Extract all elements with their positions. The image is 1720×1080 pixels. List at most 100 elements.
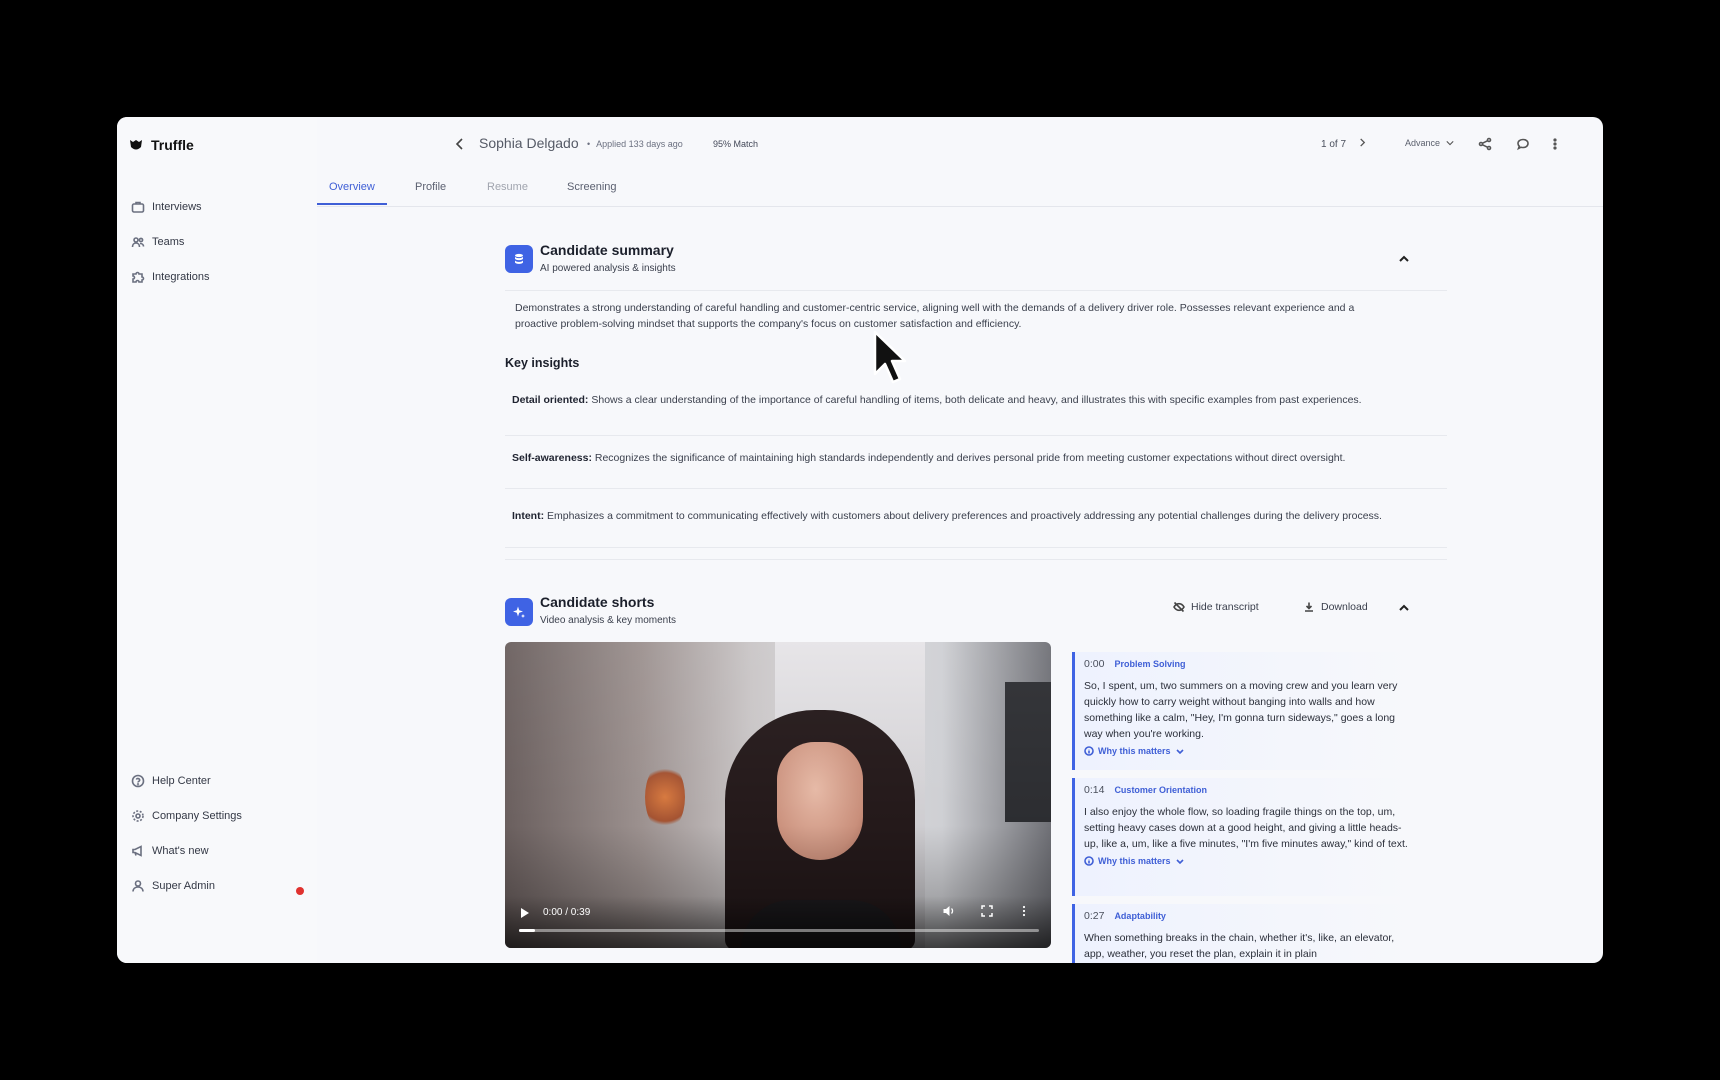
transcript-text: When something breaks in the chain, whet…: [1084, 932, 1395, 960]
download-label: Download: [1321, 601, 1368, 613]
candidate-tabs: Overview Profile Resume Screening: [317, 171, 1603, 207]
play-button[interactable]: [519, 906, 531, 918]
sidebar-item-label: Company Settings: [152, 810, 242, 822]
tab-resume[interactable]: Resume: [487, 181, 528, 203]
transcript-tag: Adaptability: [1114, 911, 1166, 921]
video-controls: 0:00 / 0:39: [505, 896, 1051, 948]
sidebar-item-label: Interviews: [152, 201, 202, 213]
collapse-summary-button[interactable]: [1397, 252, 1411, 266]
divider: [505, 559, 1447, 560]
insight-text: Shows a clear understanding of the impor…: [588, 394, 1362, 406]
fullscreen-button[interactable]: [980, 904, 994, 918]
chevron-up-icon: [1399, 255, 1409, 262]
chevron-down-icon: [1175, 749, 1184, 755]
download-icon: [1305, 602, 1313, 612]
transcript-text: So, I spent, um, two summers on a moving…: [1084, 680, 1398, 740]
briefcase-icon: [131, 201, 145, 213]
insight-label: Intent:: [512, 510, 545, 522]
sidebar-item-label: What's new: [152, 845, 209, 857]
why-label: Why this matters: [1098, 856, 1171, 866]
mouse-cursor-icon: [873, 330, 907, 384]
share-button[interactable]: [1478, 137, 1492, 151]
why-this-matters-toggle[interactable]: Why this matters: [1084, 856, 1412, 866]
separator-dot: •: [587, 139, 591, 149]
database-icon: [515, 253, 523, 264]
sidebar-item-label: Teams: [152, 236, 185, 248]
hide-transcript-button[interactable]: Hide transcript: [1173, 601, 1259, 613]
video-more-button[interactable]: [1017, 904, 1031, 918]
transcript-text: I also enjoy the whole flow, so loading …: [1084, 806, 1408, 850]
tab-overview[interactable]: Overview: [317, 181, 387, 205]
applied-date: Applied 133 days ago: [596, 139, 683, 149]
transcript-item[interactable]: 0:27 Adaptability When something breaks …: [1072, 904, 1412, 963]
key-insights-heading: Key insights: [505, 356, 580, 370]
video-player[interactable]: 0:00 / 0:39: [505, 642, 1051, 948]
insight-label: Detail oriented:: [512, 394, 589, 406]
video-progress-bar[interactable]: [519, 929, 1039, 932]
puzzle-icon: [132, 271, 145, 283]
sidebar-item-interviews[interactable]: Interviews: [131, 200, 202, 214]
collapse-shorts-button[interactable]: [1397, 601, 1411, 615]
comment-button[interactable]: [1516, 137, 1530, 151]
sidebar-item-label: Help Center: [152, 775, 211, 787]
insight-item: Self-awareness: Recognizes the significa…: [512, 450, 1412, 466]
megaphone-icon: [132, 845, 142, 857]
sidebar-item-super-admin[interactable]: Super Admin: [131, 879, 215, 893]
summary-text: Demonstrates a strong understanding of c…: [515, 302, 1355, 330]
volume-icon: [943, 906, 954, 916]
comment-icon: [1517, 138, 1529, 151]
advance-dropdown[interactable]: Advance: [1405, 138, 1454, 148]
chevron-right-icon: [1360, 138, 1366, 147]
transcript-panel: 0:00 Problem Solving So, I spent, um, tw…: [1072, 652, 1412, 963]
applied-info: • Applied 133 days ago: [587, 139, 683, 149]
summary-section-icon: [505, 245, 533, 273]
volume-button[interactable]: [942, 904, 956, 918]
sparkle-icon: [513, 606, 525, 618]
transcript-time[interactable]: 0:00: [1084, 658, 1104, 670]
gear-icon: [132, 810, 144, 822]
sidebar-item-label: Integrations: [152, 271, 210, 283]
transcript-item-header: 0:00 Problem Solving: [1084, 658, 1412, 670]
why-this-matters-toggle[interactable]: Why this matters: [1084, 746, 1412, 756]
app-name: Truffle: [151, 137, 194, 153]
transcript-item-header: 0:14 Customer Orientation: [1084, 784, 1412, 796]
shorts-subtitle: Video analysis & key moments: [540, 615, 676, 626]
sidebar-item-integrations[interactable]: Integrations: [131, 270, 209, 284]
download-button[interactable]: Download: [1303, 601, 1368, 613]
insight-text: Recognizes the significance of maintaini…: [591, 452, 1346, 464]
sidebar-item-whats-new[interactable]: What's new: [131, 844, 209, 858]
info-icon: [1084, 746, 1094, 756]
transcript-item[interactable]: 0:14 Customer Orientation I also enjoy t…: [1072, 778, 1412, 896]
more-vertical-icon: [1553, 138, 1557, 150]
candidate-name: Sophia Delgado: [479, 135, 579, 151]
shorts-title: Candidate shorts: [540, 594, 655, 610]
tab-profile[interactable]: Profile: [415, 181, 446, 203]
match-badge: 95% Match: [713, 139, 759, 149]
why-label: Why this matters: [1098, 746, 1171, 756]
more-vertical-icon: [1022, 905, 1026, 917]
transcript-time[interactable]: 0:14: [1084, 784, 1104, 796]
insight-item: Detail oriented: Shows a clear understan…: [512, 392, 1412, 408]
sidebar-item-teams[interactable]: Teams: [131, 235, 184, 249]
transcript-item-header: 0:27 Adaptability: [1084, 910, 1412, 922]
more-options-button[interactable]: [1548, 137, 1562, 151]
tab-screening[interactable]: Screening: [567, 181, 617, 203]
share-icon: [1478, 137, 1492, 151]
candidate-pager: 1 of 7: [1321, 138, 1367, 150]
sidebar-item-help-center[interactable]: Help Center: [131, 774, 211, 788]
chevron-down-icon: [1446, 141, 1454, 146]
back-button[interactable]: [453, 137, 467, 151]
notification-dot: [296, 887, 304, 895]
divider: [505, 290, 1447, 291]
candidate-header: Sophia Delgado • Applied 133 days ago 95…: [317, 117, 1603, 171]
summary-subtitle: AI powered analysis & insights: [540, 263, 676, 274]
sidebar-item-company-settings[interactable]: Company Settings: [131, 809, 242, 823]
video-progress-fill: [519, 929, 535, 932]
divider: [505, 488, 1447, 489]
transcript-time[interactable]: 0:27: [1084, 910, 1104, 922]
transcript-tag: Problem Solving: [1114, 659, 1186, 669]
transcript-tag: Customer Orientation: [1114, 785, 1207, 795]
transcript-item[interactable]: 0:00 Problem Solving So, I spent, um, tw…: [1072, 652, 1412, 770]
brand[interactable]: Truffle: [129, 137, 194, 153]
next-candidate-button[interactable]: [1358, 138, 1367, 150]
